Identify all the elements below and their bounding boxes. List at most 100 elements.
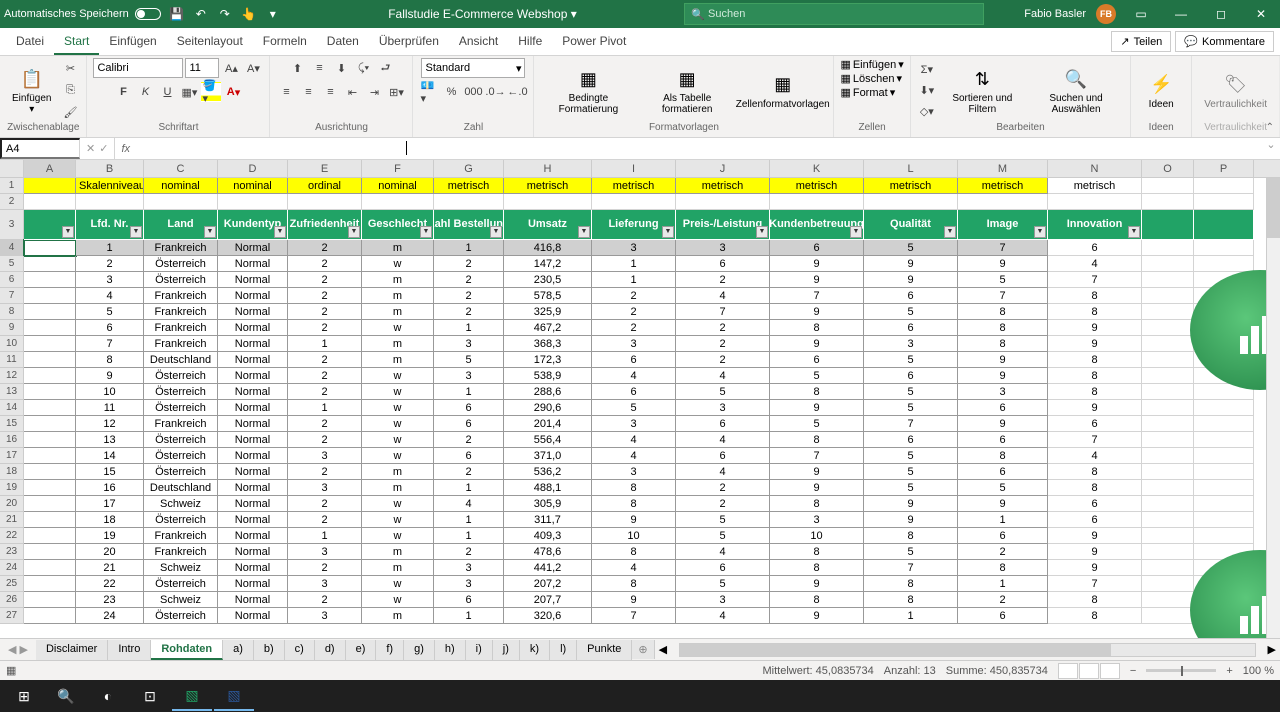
cell[interactable]: 467,2 xyxy=(504,320,592,336)
cell[interactable]: 8 xyxy=(1048,480,1142,496)
cell[interactable]: 556,4 xyxy=(504,432,592,448)
cell[interactable]: m xyxy=(362,352,434,368)
column-header[interactable]: I xyxy=(592,160,676,177)
cell[interactable] xyxy=(218,194,288,210)
cell[interactable]: w xyxy=(362,320,434,336)
cell[interactable]: 9 xyxy=(770,464,864,480)
row-header[interactable]: 10 xyxy=(0,336,24,352)
cell[interactable]: 8 xyxy=(1048,384,1142,400)
cell[interactable] xyxy=(144,194,218,210)
filter-icon[interactable]: ▼ xyxy=(756,226,768,238)
cell[interactable]: Normal xyxy=(218,288,288,304)
cell[interactable] xyxy=(1194,400,1254,416)
cell[interactable]: 368,3 xyxy=(504,336,592,352)
undo-icon[interactable]: ↶ xyxy=(193,6,209,22)
cell[interactable] xyxy=(24,480,76,496)
filter-icon[interactable]: ▼ xyxy=(274,226,286,238)
cell[interactable]: w xyxy=(362,576,434,592)
cell[interactable]: Österreich xyxy=(144,272,218,288)
cell[interactable]: 3 xyxy=(288,448,362,464)
cell[interactable]: 1 xyxy=(592,256,676,272)
cell[interactable]: 9 xyxy=(864,512,958,528)
cell[interactable]: m xyxy=(362,560,434,576)
sheet-nav-icon[interactable]: ◀ ▶ xyxy=(0,643,36,656)
cell[interactable] xyxy=(24,272,76,288)
vertical-scrollbar[interactable] xyxy=(1266,178,1280,638)
cell[interactable]: 6 xyxy=(676,416,770,432)
cell[interactable]: Normal xyxy=(218,336,288,352)
cell[interactable]: nominal xyxy=(362,178,434,194)
cell[interactable]: metrisch xyxy=(770,178,864,194)
cell[interactable] xyxy=(1142,432,1194,448)
column-header[interactable]: N xyxy=(1048,160,1142,177)
cell[interactable] xyxy=(1142,256,1194,272)
cell[interactable]: 5 xyxy=(864,240,958,256)
cell[interactable]: ▼ xyxy=(24,210,76,240)
row-header[interactable]: 2 xyxy=(0,194,24,210)
cell[interactable]: 538,9 xyxy=(504,368,592,384)
cell[interactable]: 9 xyxy=(958,496,1048,512)
column-header[interactable]: P xyxy=(1194,160,1254,177)
cell[interactable]: Normal xyxy=(218,432,288,448)
cell[interactable]: 17 xyxy=(76,496,144,512)
cell[interactable]: 8 xyxy=(770,592,864,608)
cell[interactable]: 5 xyxy=(864,352,958,368)
cell[interactable]: 1 xyxy=(864,608,958,624)
menu-tab-daten[interactable]: Daten xyxy=(317,29,369,54)
cell[interactable]: 6 xyxy=(76,320,144,336)
cell[interactable]: Frankreich xyxy=(144,336,218,352)
column-header[interactable]: B xyxy=(76,160,144,177)
cell[interactable] xyxy=(1194,256,1254,272)
cell[interactable] xyxy=(1142,544,1194,560)
cell[interactable]: 1 xyxy=(434,512,504,528)
cell[interactable]: 288,6 xyxy=(504,384,592,400)
cell[interactable]: 5 xyxy=(864,464,958,480)
column-header[interactable]: J xyxy=(676,160,770,177)
cell[interactable]: 7 xyxy=(76,336,144,352)
cell[interactable] xyxy=(1194,240,1254,256)
column-header[interactable]: G xyxy=(434,160,504,177)
cell[interactable]: Normal xyxy=(218,480,288,496)
accounting-icon[interactable]: 💶▾ xyxy=(419,82,439,102)
cell[interactable]: 5 xyxy=(864,480,958,496)
insert-cells-button[interactable]: ▦ Einfügen ▾ xyxy=(840,58,903,71)
row-header[interactable]: 8 xyxy=(0,304,24,320)
cell[interactable]: Deutschland xyxy=(144,352,218,368)
cell[interactable]: 16 xyxy=(76,480,144,496)
cell[interactable]: 1 xyxy=(434,480,504,496)
row-header[interactable]: 5 xyxy=(0,256,24,272)
cell[interactable]: 1 xyxy=(434,528,504,544)
cell[interactable] xyxy=(1142,608,1194,624)
cell[interactable]: 9 xyxy=(1048,336,1142,352)
cell[interactable]: 8 xyxy=(1048,608,1142,624)
cell[interactable]: 6 xyxy=(1048,496,1142,512)
column-header[interactable]: D xyxy=(218,160,288,177)
cell[interactable]: 9 xyxy=(1048,400,1142,416)
cell[interactable]: 6 xyxy=(770,352,864,368)
cell[interactable] xyxy=(1194,416,1254,432)
cell[interactable]: nominal xyxy=(218,178,288,194)
fx-icon[interactable]: fx xyxy=(115,138,136,159)
cell[interactable] xyxy=(1142,210,1194,240)
cell[interactable] xyxy=(24,384,76,400)
row-header[interactable]: 19 xyxy=(0,480,24,496)
cell[interactable]: Normal xyxy=(218,384,288,400)
cell[interactable]: Frankreich xyxy=(144,320,218,336)
cell[interactable]: 9 xyxy=(958,368,1048,384)
filter-icon[interactable]: ▼ xyxy=(850,226,862,238)
cell[interactable]: Land▼ xyxy=(144,210,218,240)
page-layout-view-icon[interactable] xyxy=(1079,663,1099,679)
cell[interactable]: 147,2 xyxy=(504,256,592,272)
cell[interactable]: Frankreich xyxy=(144,240,218,256)
cell[interactable]: Schweiz xyxy=(144,496,218,512)
cell[interactable]: 8 xyxy=(1048,288,1142,304)
cell[interactable]: 2 xyxy=(592,288,676,304)
cell[interactable]: 9 xyxy=(770,608,864,624)
cell[interactable]: 7 xyxy=(1048,272,1142,288)
cell[interactable] xyxy=(1194,210,1254,240)
cell[interactable]: 6 xyxy=(770,240,864,256)
cell[interactable]: m xyxy=(362,480,434,496)
cell[interactable]: 3 xyxy=(76,272,144,288)
row-header[interactable]: 20 xyxy=(0,496,24,512)
sheet-tab[interactable]: Disclaimer xyxy=(36,640,108,660)
